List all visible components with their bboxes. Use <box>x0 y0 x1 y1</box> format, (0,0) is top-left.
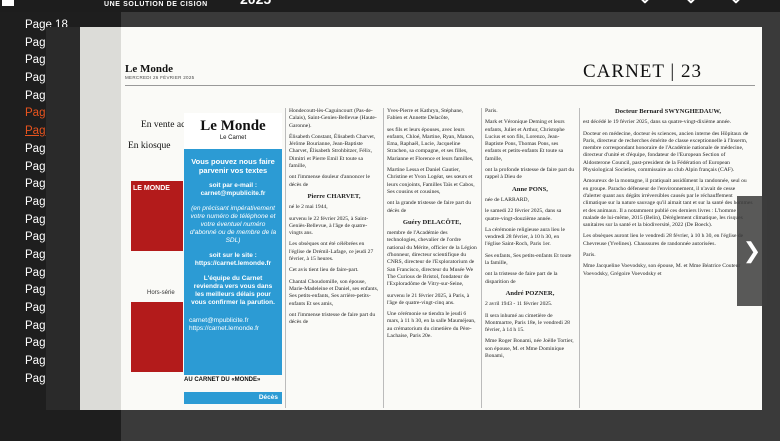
column-paragraph: Hondecoutt-lès-Caguincourt (Pas-de-Calai… <box>289 108 377 129</box>
ad-site-label: soit sur le site : <box>209 252 257 259</box>
column-paragraph: Amoureux de la montagne, il pratiquait a… <box>583 178 753 229</box>
column-paragraph: Mme Jacqueline Voevodsky, son épouse, M.… <box>583 263 741 277</box>
ad-email-label: soit par e-mail : <box>208 182 258 189</box>
chevron-right-icon[interactable]: ❯ <box>737 196 767 306</box>
ad-email[interactable]: carnet@mpublicite.fr <box>184 190 282 198</box>
column-paragraph: Yves-Pierre et Kathryn, Stéphane, Fabien… <box>387 108 464 122</box>
column-rule <box>285 108 286 408</box>
column-paragraph: ont la tristesse de faire part de la dis… <box>485 271 558 285</box>
column-paragraph: Il sera inhumé au cimetière de Montmartr… <box>485 312 570 334</box>
newspaper-logo: Le Monde <box>125 63 173 75</box>
column-paragraph: Docteur en médecine, docteur ès sciences… <box>583 130 749 174</box>
ad-site[interactable]: https://carnet.lemonde.fr <box>184 260 282 268</box>
column-paragraph: Guéry DELACÔTE, <box>402 218 462 226</box>
page-viewer: Le Monde MERCREDI 26 FÉVRIER 2025 CARNET… <box>46 27 762 410</box>
column-paragraph: le samedi 22 février 2025, dans sa quatr… <box>485 208 562 222</box>
au-carnet-label: AU CARNET DU «MONDE» <box>184 377 261 383</box>
brand-tagline: UNE SOLUTION DE CISION <box>104 1 208 8</box>
column-paragraph: Cet avis tient lieu de faire-part. <box>289 267 359 274</box>
menu-icon[interactable] <box>2 0 14 6</box>
column-paragraph: Paris. <box>583 252 596 259</box>
hors-serie-label: Hors-série <box>147 290 175 296</box>
section-title: CARNET | 23 <box>583 61 702 82</box>
ad-confirmation: L'équipe du Carnet reviendra vers vous d… <box>191 275 275 306</box>
column-paragraph: Pierre CHARVET, <box>307 192 361 200</box>
ad-header: Le Monde Le Carnet <box>184 113 282 149</box>
column-paragraph: 2 avril 1943 - 11 février 2025. <box>485 301 553 308</box>
column-paragraph: Paris. <box>485 108 498 114</box>
text-column-2: Yves-Pierre et Kathryn, Stéphane, Fabien… <box>387 108 477 408</box>
text-column-3: Paris. Mark et Véronique Deming et leurs … <box>485 108 575 408</box>
chevron-down-icon[interactable]: ⌄ <box>727 0 745 8</box>
obituary-columns: Hondecoutt-lès-Caguincourt (Pas-de-Calai… <box>287 108 762 408</box>
ad-subtitle: Le Carnet <box>219 135 247 141</box>
ad-contact-email[interactable]: carnet@mpublicite.fr <box>184 317 282 325</box>
column-paragraph: survenu le 21 février 2025, à Paris, à l… <box>387 292 470 306</box>
top-bar: UNE SOLUTION DE CISION 2025 ⌄ ⌄ ⌄ <box>0 0 780 12</box>
column-paragraph: né le 2 mai 1944, <box>289 204 328 211</box>
column-paragraph: est décédé le 19 février 2025, dans sa q… <box>583 119 732 126</box>
column-paragraph: La cérémonie religieuse aura lieu le ven… <box>485 226 565 248</box>
column-paragraph: survenu le 22 février 2025, à Saint-Geni… <box>289 215 369 237</box>
text-column-1: Hondecoutt-lès-Caguincourt (Pas-de-Calai… <box>289 108 379 408</box>
header-rule <box>125 85 755 86</box>
ad-title: Vous pouvez nous faire parvenir vos text… <box>191 157 275 175</box>
magazine-cover[interactable] <box>131 302 183 372</box>
ad-logo: Le Monde <box>200 118 266 134</box>
column-paragraph: Mark et Véronique Deming et leurs enfant… <box>485 119 565 162</box>
column-paragraph: Une cérémonie se tiendra le jeudi 6 mars… <box>387 311 476 340</box>
chevron-down-icon[interactable]: ⌄ <box>682 0 700 8</box>
previous-page-edge[interactable] <box>80 27 121 410</box>
ad-contact-site[interactable]: https://carnet.lemonde.fr <box>184 325 282 333</box>
text-column-4: Docteur Bernard SWYNGHEDAUW, est décédé l… <box>583 108 753 408</box>
column-paragraph: née de LARRARD, <box>485 196 529 203</box>
column-paragraph: Les obsèques ont été célébrées en l'égli… <box>289 241 374 263</box>
column-paragraph: ses fils et leurs épouses, avec leurs en… <box>387 126 475 162</box>
carnet-ad: Le Monde Le Carnet Vous pouvez nous fair… <box>184 113 282 375</box>
column-paragraph: André POZNER, <box>505 289 555 297</box>
column-paragraph: Chantal Choudomille, son épouse, Marie-M… <box>289 278 379 307</box>
column-paragraph: ont l'immense tristesse de faire part du… <box>289 311 376 326</box>
deces-heading: Décès <box>184 392 282 404</box>
chevron-down-icon[interactable]: ⌄ <box>636 0 654 8</box>
column-paragraph: Docteur Bernard SWYNGHEDAUW, <box>614 108 722 115</box>
column-paragraph: membre de l'Académie des technologies, c… <box>387 230 477 288</box>
column-paragraph: ont l'immense douleur d'annoncer le décè… <box>289 174 370 188</box>
column-paragraph: Anne PONS, <box>512 185 548 193</box>
column-paragraph: Mme Roger Bonami, née Joëlle Tortier, so… <box>485 338 574 360</box>
magazine-cover[interactable]: LE MONDE <box>131 181 183 251</box>
column-paragraph: Ses enfants, Ses petits-enfants Et toute… <box>485 252 572 267</box>
ad-email-note: (en précisant impérativement votre numér… <box>189 205 277 244</box>
column-paragraph: ont la grande tristesse de faire part du… <box>387 200 472 214</box>
column-paragraph: Les obsèques auront lieu le vendredi 28 … <box>583 233 744 247</box>
column-paragraph: ont la profonde tristesse de faire part … <box>485 167 575 181</box>
brand-fragment: 2025 <box>240 0 271 7</box>
cover-title: LE MONDE <box>133 185 170 192</box>
column-paragraph: Martine Lessa et Daniel Gautier, Christi… <box>387 167 475 195</box>
newspaper-page[interactable]: Le Monde MERCREDI 26 FÉVRIER 2025 CARNET… <box>121 27 762 410</box>
newspaper-date: MERCREDI 26 FÉVRIER 2025 <box>125 75 195 80</box>
column-paragraph: Élisabeth Constant, Élisabeth Charvet, J… <box>289 133 376 170</box>
